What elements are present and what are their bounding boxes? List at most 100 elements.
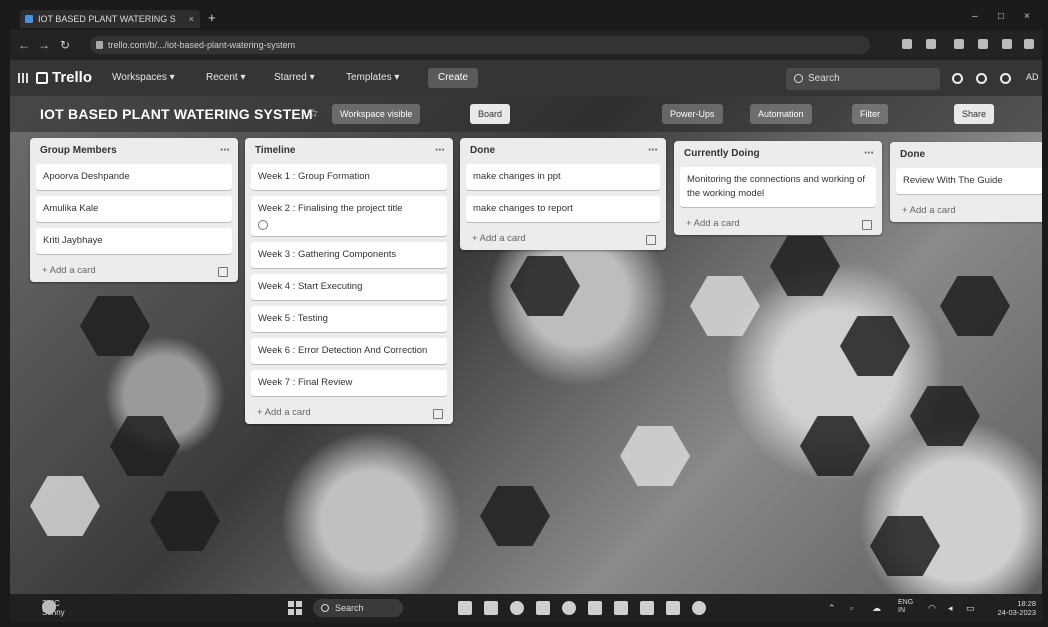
back-button[interactable]: ← bbox=[18, 38, 30, 52]
card[interactable]: Week 5 : Testing bbox=[251, 306, 447, 332]
list-menu-icon[interactable]: ⋯ bbox=[648, 138, 658, 164]
filter-button[interactable]: Filter bbox=[852, 104, 888, 124]
trello-logo[interactable]: Trello bbox=[36, 69, 92, 86]
list-title: Currently Doing bbox=[684, 148, 760, 159]
clock[interactable]: 18:28 24-03-2023 bbox=[992, 599, 1036, 617]
extensions-puzzle-icon[interactable] bbox=[954, 39, 964, 49]
volume-icon[interactable]: ◂ bbox=[948, 603, 953, 614]
card-title: Week 5 : Testing bbox=[258, 313, 328, 324]
list-header[interactable]: Done bbox=[890, 142, 1042, 168]
card[interactable]: Review With The Guide bbox=[896, 168, 1042, 194]
tab-close-icon[interactable]: × bbox=[189, 10, 194, 28]
edge-icon[interactable] bbox=[510, 601, 524, 615]
weather-widget[interactable]: 30°C Sunny bbox=[22, 599, 65, 617]
card[interactable]: Monitoring the connections and working o… bbox=[680, 167, 876, 207]
list-header[interactable]: Done ⋯ bbox=[460, 138, 666, 164]
battery-icon[interactable]: ▭ bbox=[966, 603, 975, 614]
list-menu-icon[interactable]: ⋯ bbox=[220, 138, 230, 164]
visibility-button[interactable]: Workspace visible bbox=[332, 104, 421, 124]
card[interactable]: Kriti Jaybhaye bbox=[36, 228, 232, 254]
theme-icon[interactable] bbox=[1000, 73, 1011, 84]
nav-templates[interactable]: Templates ▾ bbox=[346, 72, 399, 83]
add-card-button[interactable]: + Add a card bbox=[674, 213, 882, 235]
card[interactable]: Week 6 : Error Detection And Correction bbox=[251, 338, 447, 364]
task-view-icon[interactable] bbox=[458, 601, 472, 615]
mail-icon[interactable] bbox=[588, 601, 602, 615]
card-template-icon[interactable] bbox=[862, 220, 872, 230]
share-button[interactable]: Share bbox=[954, 104, 995, 124]
card[interactable]: make changes to report bbox=[466, 196, 660, 222]
profile-icon[interactable] bbox=[1002, 39, 1012, 49]
card-template-icon[interactable] bbox=[646, 235, 656, 245]
extension-icon[interactable] bbox=[902, 39, 912, 49]
list-group-members: Group Members ⋯ Apoorva Deshpande Amulika… bbox=[30, 138, 238, 282]
add-card-button[interactable]: + Add a card bbox=[890, 200, 1042, 222]
chrome-icon[interactable] bbox=[562, 601, 576, 615]
add-card-button[interactable]: + Add a card bbox=[245, 402, 453, 424]
list-header[interactable]: Timeline ⋯ bbox=[245, 138, 453, 164]
card[interactable]: Week 4 : Start Executing bbox=[251, 274, 447, 300]
maximize-button[interactable]: □ bbox=[998, 11, 1004, 22]
card[interactable]: Amulika Kale bbox=[36, 196, 232, 222]
card[interactable]: Apoorva Deshpande bbox=[36, 164, 232, 190]
browser-menu-icon[interactable] bbox=[1024, 39, 1034, 49]
list-menu-icon[interactable]: ⋯ bbox=[864, 141, 874, 167]
nav-starred[interactable]: Starred ▾ bbox=[274, 72, 315, 83]
add-card-label: + Add a card bbox=[686, 218, 740, 229]
app-icon[interactable] bbox=[614, 601, 628, 615]
start-icon[interactable] bbox=[288, 601, 302, 615]
card[interactable]: Week 3 : Gathering Components bbox=[251, 242, 447, 268]
language-indicator[interactable]: ENG IN bbox=[898, 599, 913, 615]
app-icon[interactable] bbox=[666, 601, 680, 615]
card[interactable]: make changes in ppt bbox=[466, 164, 660, 190]
close-window-button[interactable]: × bbox=[1024, 11, 1030, 22]
nav-recent[interactable]: Recent ▾ bbox=[206, 72, 245, 83]
card-template-icon[interactable] bbox=[433, 409, 443, 419]
board-title[interactable]: IOT BASED PLANT WATERING SYSTEM bbox=[40, 106, 313, 122]
taskbar-search[interactable]: Search bbox=[313, 599, 403, 617]
minimize-button[interactable]: – bbox=[972, 11, 978, 22]
tray-chevron-icon[interactable]: ⌃ bbox=[828, 603, 836, 614]
clock-date: 24-03-2023 bbox=[997, 608, 1036, 617]
board-view-button[interactable]: Board bbox=[470, 104, 511, 124]
search-placeholder: Search bbox=[808, 73, 840, 84]
list-menu-icon[interactable]: ⋯ bbox=[435, 138, 445, 164]
new-tab-button[interactable]: + bbox=[208, 10, 216, 25]
cloud-icon[interactable]: ☁ bbox=[872, 603, 881, 614]
card[interactable]: Week 2 : Finalising the project title bbox=[251, 196, 447, 236]
power-ups-button[interactable]: Power-Ups bbox=[662, 104, 723, 124]
file-explorer-icon[interactable] bbox=[484, 601, 498, 615]
app-switcher-icon[interactable] bbox=[18, 73, 28, 83]
list-currently-doing: Currently Doing ⋯ Monitoring the connecti… bbox=[674, 141, 882, 235]
avatar[interactable]: AD bbox=[1026, 72, 1039, 82]
reload-button[interactable]: ↻ bbox=[60, 38, 70, 52]
bookmark-icon[interactable] bbox=[926, 39, 936, 49]
card[interactable]: Week 1 : Group Formation bbox=[251, 164, 447, 190]
help-icon[interactable] bbox=[976, 73, 987, 84]
forward-button[interactable]: → bbox=[38, 38, 50, 52]
list-header[interactable]: Currently Doing ⋯ bbox=[674, 141, 882, 167]
app-icon[interactable] bbox=[692, 601, 706, 615]
sidebar-icon[interactable] bbox=[978, 39, 988, 49]
create-button[interactable]: Create bbox=[428, 68, 478, 88]
url-input[interactable]: trello.com/b/.../iot-based-plant-waterin… bbox=[90, 36, 870, 54]
star-icon[interactable]: ☆ bbox=[308, 106, 319, 120]
lang-bottom: IN bbox=[898, 607, 905, 614]
notifications-icon[interactable] bbox=[952, 73, 963, 84]
card-title: Monitoring the connections and working o… bbox=[687, 174, 865, 199]
add-card-button[interactable]: + Add a card bbox=[30, 260, 238, 282]
add-card-button[interactable]: + Add a card bbox=[460, 228, 666, 250]
card-template-icon[interactable] bbox=[218, 267, 228, 277]
browser-tab[interactable]: IOT BASED PLANT WATERING S × bbox=[20, 10, 200, 28]
wifi-icon[interactable]: ◠ bbox=[928, 603, 936, 614]
list-done-2: Done Review With The Guide + Add a card bbox=[890, 142, 1042, 222]
search-input[interactable]: Search bbox=[786, 68, 940, 90]
automation-button[interactable]: Automation bbox=[750, 104, 812, 124]
list-header[interactable]: Group Members ⋯ bbox=[30, 138, 238, 164]
app-icon[interactable] bbox=[640, 601, 654, 615]
tray-icon[interactable]: ▫ bbox=[850, 603, 853, 613]
store-icon[interactable] bbox=[536, 601, 550, 615]
nav-workspaces[interactable]: Workspaces ▾ bbox=[112, 72, 175, 83]
card-title: Kriti Jaybhaye bbox=[43, 235, 103, 246]
card[interactable]: Week 7 : Final Review bbox=[251, 370, 447, 396]
